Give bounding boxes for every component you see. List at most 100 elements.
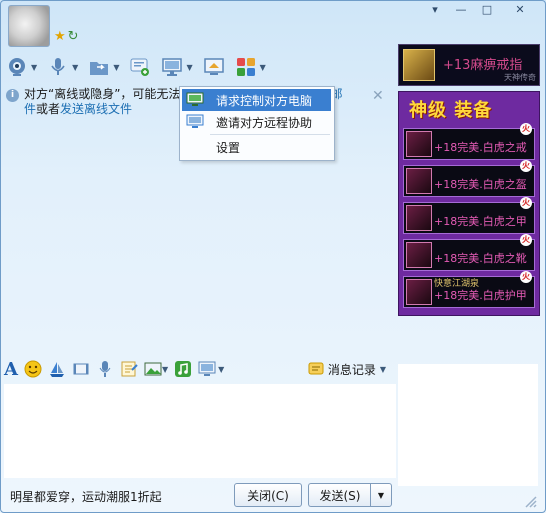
ad-item[interactable]: +18完美.白虎之甲 火	[403, 197, 535, 234]
message-history-label: 消息记录	[327, 362, 376, 377]
share-screen-button[interactable]	[203, 56, 225, 78]
monitor-icon	[186, 92, 204, 106]
apps-button[interactable]: ▼	[235, 56, 266, 78]
close-button[interactable]: 关闭(C)	[234, 483, 302, 507]
image-button[interactable]: ▼	[144, 360, 168, 378]
avatar[interactable]	[8, 5, 50, 47]
ad-item-text: +18完美.白虎之靴	[434, 252, 527, 265]
send-mail-link-end[interactable]: 件	[24, 102, 36, 116]
resize-grip-icon[interactable]	[520, 491, 538, 509]
title-bar-controls: ▾ — □ ✕	[422, 0, 540, 18]
chat-log-icon	[308, 362, 324, 375]
font-button[interactable]: A	[4, 359, 18, 380]
send-file-button[interactable]: ▼	[88, 56, 119, 78]
screen-share-icon	[203, 58, 224, 75]
ad-item-text: +18完美.白虎之盔	[434, 178, 527, 191]
send-options-button[interactable]: ▼	[370, 483, 392, 507]
chevron-down-icon[interactable]: ▼	[162, 365, 168, 374]
menu-item-request-control[interactable]: 请求控制对方电脑	[182, 89, 331, 111]
emoji-button[interactable]	[24, 360, 42, 378]
format-toolbar: A ▼ ▼ 消息记录 ▼	[4, 356, 396, 382]
window-menu-button[interactable]: ▾	[422, 0, 448, 18]
remote-assist-button[interactable]: ▼	[161, 56, 193, 78]
voice-call-button[interactable]: ▼	[47, 56, 78, 78]
menu-item-label: 设置	[216, 140, 241, 155]
equipment-icon	[406, 205, 432, 231]
message-icon	[130, 58, 150, 76]
ad-subtitle: 天神传奇	[504, 73, 536, 82]
remote-assist-menu: 请求控制对方电脑 邀请对方远程协助 设置	[179, 86, 335, 161]
remote-desktop-icon	[162, 58, 183, 76]
chevron-down-icon[interactable]: ▼	[260, 63, 266, 72]
menu-item-settings[interactable]: 设置	[182, 136, 331, 158]
ad-item-text: +18完美.白虎护甲	[434, 289, 527, 302]
shake-button[interactable]	[48, 360, 66, 378]
notepad-icon	[121, 361, 138, 377]
chevron-down-icon: ▾	[432, 2, 438, 16]
minimize-button[interactable]: —	[448, 0, 474, 18]
minimize-icon: —	[455, 2, 467, 16]
film-icon	[73, 363, 89, 375]
ad-item[interactable]: +18完美.白虎之戒 火	[403, 123, 535, 160]
webcam-icon	[9, 58, 25, 76]
message-input[interactable]	[4, 384, 396, 478]
chevron-down-icon[interactable]: ▼	[113, 63, 119, 72]
screenshot-button[interactable]: ▼	[198, 360, 224, 378]
image-icon	[144, 362, 162, 376]
ad-status-text[interactable]: 明星都爱穿，运动潮服1折起	[10, 488, 162, 505]
close-icon: ✕	[515, 2, 525, 16]
status-icons: ★ ↻	[54, 30, 79, 43]
ad-item[interactable]: +18完美.白虎之盔 火	[403, 160, 535, 197]
apps-icon	[236, 58, 255, 76]
ring-image	[403, 49, 435, 81]
ad-item-text: +18完美.白虎之甲	[434, 215, 527, 228]
star-icon[interactable]: ★	[54, 30, 66, 43]
chevron-down-icon: ▼	[379, 364, 386, 374]
voice-message-button[interactable]	[96, 360, 114, 378]
send-button[interactable]: 发送(S)	[308, 483, 371, 507]
microphone-icon	[51, 58, 65, 75]
smiley-icon	[24, 360, 42, 378]
menu-item-label: 请求控制对方电脑	[216, 93, 313, 108]
side-panel-blank	[398, 364, 538, 486]
fire-badge: 火	[520, 234, 532, 246]
ad-equipment-panel[interactable]: 神级 装备 +18完美.白虎之戒 火 +18完美.白虎之盔 火 +18完美.白虎…	[398, 91, 540, 316]
refresh-icon[interactable]: ↻	[68, 30, 79, 43]
close-notice-button[interactable]: ✕	[372, 88, 384, 104]
folder-icon	[90, 62, 109, 75]
chevron-down-icon[interactable]: ▼	[186, 63, 192, 72]
ad-banner-title: 神级 装备	[409, 100, 493, 121]
ad-item[interactable]: 快意江湖泉 +18完美.白虎护甲 火	[403, 271, 535, 308]
note-button[interactable]	[120, 360, 138, 378]
music-button[interactable]	[174, 360, 192, 378]
equipment-icon	[406, 242, 432, 268]
monitor-icon	[186, 114, 204, 128]
ad-item[interactable]: +18完美.白虎之靴 火	[403, 234, 535, 271]
chevron-down-icon[interactable]: ▼	[31, 63, 37, 72]
notice-or: 或者	[36, 102, 61, 116]
menu-separator	[210, 134, 330, 135]
equipment-icon	[406, 279, 432, 305]
sailboat-icon	[49, 362, 64, 377]
notice-line1: 对方“离线或隐身”，可能无法	[24, 87, 181, 101]
video-clip-button[interactable]	[72, 360, 90, 378]
main-toolbar: ▼ ▼ ▼ ▼ ▼	[6, 54, 266, 80]
video-call-button[interactable]: ▼	[6, 56, 37, 78]
screen-capture-icon	[198, 361, 216, 376]
send-offline-file-link[interactable]: 发送离线文件	[60, 102, 132, 116]
ad-item-text: +18完美.白虎之戒	[434, 141, 527, 154]
fire-badge: 火	[520, 271, 532, 283]
fire-badge: 火	[520, 123, 532, 135]
message-history-button[interactable]: 消息记录 ▼	[308, 361, 386, 378]
chevron-down-icon[interactable]: ▼	[218, 365, 224, 374]
info-icon: i	[6, 89, 19, 102]
equipment-icon	[406, 131, 432, 157]
microphone-icon	[99, 361, 111, 377]
music-icon	[175, 361, 192, 377]
maximize-button[interactable]: □	[474, 0, 500, 18]
menu-item-invite-assist[interactable]: 邀请对方远程协助	[182, 111, 331, 133]
close-window-button[interactable]: ✕	[500, 0, 540, 18]
chevron-down-icon[interactable]: ▼	[72, 63, 78, 72]
send-sms-button[interactable]	[129, 56, 151, 78]
ad-banner-ring[interactable]: +13麻痹戒指 天神传奇	[398, 44, 540, 86]
